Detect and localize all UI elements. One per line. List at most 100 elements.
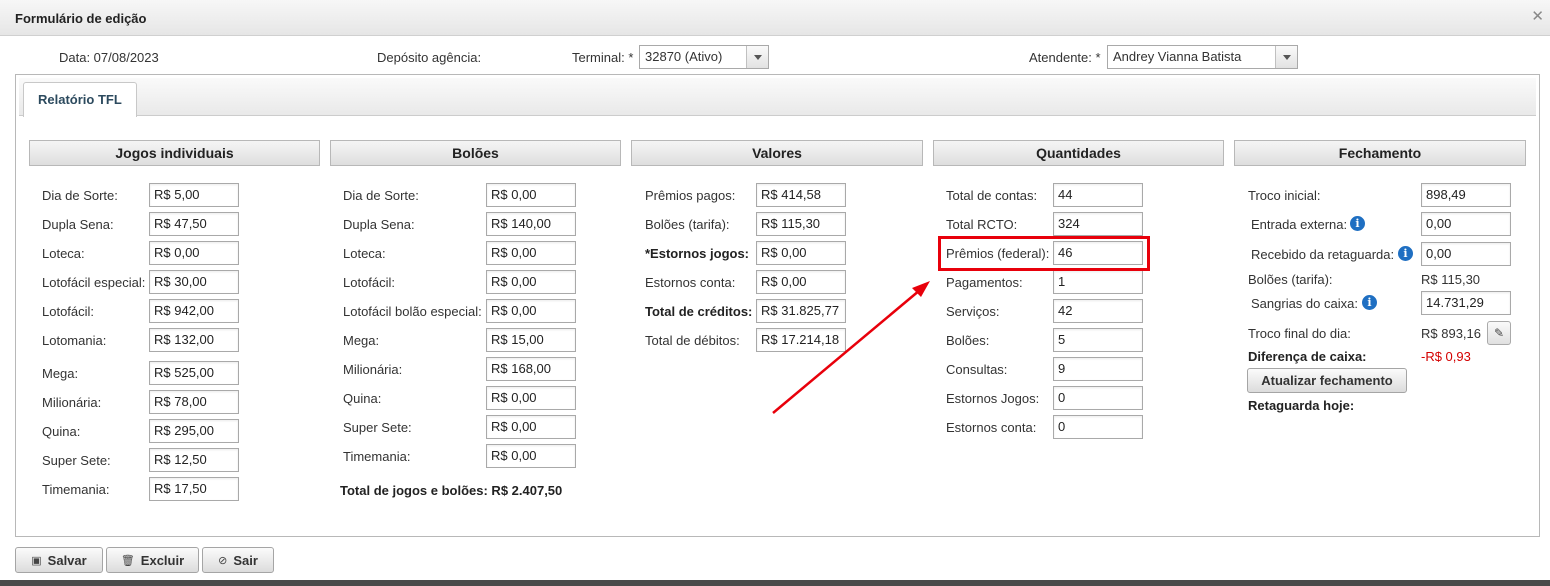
troco-inicial-input[interactable]: 898,49	[1421, 183, 1511, 207]
jogos-input[interactable]: R$ 78,00	[149, 390, 239, 414]
jogos-input[interactable]: R$ 942,00	[149, 299, 239, 323]
tab-relatorio-tfl[interactable]: Relatório TFL	[23, 82, 137, 117]
quantidades-input[interactable]: 0	[1053, 415, 1143, 439]
info-icon[interactable]: i	[1398, 246, 1413, 261]
exit-button[interactable]: ⊘ Sair	[202, 547, 274, 573]
valores-label: Total de créditos:	[645, 304, 753, 319]
boloes-label: Timemania:	[343, 449, 411, 464]
quantidades-input[interactable]: 44	[1053, 183, 1143, 207]
info-icon[interactable]: i	[1362, 295, 1377, 310]
highlight-box	[938, 236, 1150, 271]
jogos-input[interactable]: R$ 0,00	[149, 241, 239, 265]
boloes-input[interactable]: R$ 0,00	[486, 444, 576, 468]
boloes-input[interactable]: R$ 0,00	[486, 386, 576, 410]
valores-input[interactable]: R$ 31.825,77	[756, 299, 846, 323]
jogos-input[interactable]: R$ 525,00	[149, 361, 239, 385]
quantidades-label: Serviços:	[946, 304, 1000, 319]
jogos-label: Loteca:	[42, 246, 85, 261]
jogos-label: Quina:	[42, 424, 81, 439]
jogos-input[interactable]: R$ 12,50	[149, 448, 239, 472]
boloes-header: Bolões	[330, 140, 621, 166]
boloes-input[interactable]: R$ 168,00	[486, 357, 576, 381]
window-title: Formulário de edição	[15, 11, 147, 26]
fechamento-header: Fechamento	[1234, 140, 1526, 166]
jogos-input[interactable]: R$ 5,00	[149, 183, 239, 207]
chevron-down-icon[interactable]	[1275, 46, 1297, 68]
delete-button[interactable]: 🗑 Excluir	[106, 547, 199, 573]
atendente-select[interactable]: Andrey Vianna Batista	[1107, 45, 1298, 69]
quantidades-header: Quantidades	[933, 140, 1224, 166]
terminal-value: 32870 (Ativo)	[645, 49, 723, 64]
delete-label: Excluir	[140, 552, 185, 568]
quantidades-input[interactable]: 324	[1053, 212, 1143, 236]
jogos-input[interactable]: R$ 30,00	[149, 270, 239, 294]
valores-input[interactable]: R$ 0,00	[756, 270, 846, 294]
no-entry-icon: ⊘	[218, 554, 228, 567]
valores-label: Prêmios pagos:	[645, 188, 736, 203]
boloes-label: Lotofácil:	[343, 275, 396, 290]
jogos-input[interactable]: R$ 17,50	[149, 477, 239, 501]
valores-input[interactable]: R$ 0,00	[756, 241, 846, 265]
boloes-input[interactable]: R$ 0,00	[486, 183, 576, 207]
jogos-label: Timemania:	[42, 482, 110, 497]
valores-label: Estornos conta:	[645, 275, 736, 290]
boloes-label: Quina:	[343, 391, 382, 406]
quantidades-input[interactable]: 42	[1053, 299, 1143, 323]
entrada-externa-input[interactable]: 0,00	[1421, 212, 1511, 236]
pencil-icon[interactable]: ✎	[1487, 321, 1511, 345]
quantidades-label: Pagamentos:	[946, 275, 1023, 290]
date-label: Data: 07/08/2023	[59, 50, 159, 65]
quantidades-input[interactable]: 0	[1053, 386, 1143, 410]
boloes-tarifa-value: R$ 115,30	[1421, 272, 1481, 287]
floppy-icon: ▣	[31, 554, 42, 567]
sangrias-input[interactable]: 14.731,29	[1421, 291, 1511, 315]
valores-header: Valores	[631, 140, 923, 166]
boloes-label: Milionária:	[343, 362, 403, 377]
boloes-label: Dupla Sena:	[343, 217, 415, 232]
recebido-input[interactable]: 0,00	[1421, 242, 1511, 266]
jogos-input[interactable]: R$ 132,00	[149, 328, 239, 352]
boloes-input[interactable]: R$ 0,00	[486, 415, 576, 439]
atendente-label: Atendente: *	[1029, 50, 1101, 65]
jogos-label: Lotofácil:	[42, 304, 95, 319]
quantidades-label: Total RCTO:	[946, 217, 1018, 232]
boloes-input[interactable]: R$ 0,00	[486, 241, 576, 265]
troco-inicial-label: Troco inicial:	[1248, 188, 1321, 203]
troco-final-label: Troco final do dia:	[1248, 326, 1351, 341]
quantidades-input[interactable]: 5	[1053, 328, 1143, 352]
save-label: Salvar	[47, 552, 87, 568]
quantidades-label: Bolões:	[946, 333, 990, 348]
diferenca-value: -R$ 0,93	[1421, 349, 1471, 364]
quantidades-input[interactable]: 1	[1053, 270, 1143, 294]
info-icon[interactable]: i	[1350, 216, 1365, 231]
boloes-input[interactable]: R$ 0,00	[486, 270, 576, 294]
save-button[interactable]: ▣ Salvar	[15, 547, 103, 573]
jogos-input[interactable]: R$ 295,00	[149, 419, 239, 443]
valores-label: Bolões (tarifa):	[645, 217, 730, 232]
boloes-input[interactable]: R$ 0,00	[486, 299, 576, 323]
terminal-select[interactable]: 32870 (Ativo)	[639, 45, 769, 69]
boloes-input[interactable]: R$ 140,00	[486, 212, 576, 236]
close-icon[interactable]: ✕	[1531, 7, 1544, 25]
jogos-input[interactable]: R$ 47,50	[149, 212, 239, 236]
window-titlebar: Formulário de edição ✕	[0, 0, 1550, 36]
deposito-label: Depósito agência:	[377, 50, 482, 65]
trash-icon: 🗑	[120, 554, 135, 567]
atualizar-fechamento-button[interactable]: Atualizar fechamento	[1247, 368, 1407, 393]
jogos-label: Super Sete:	[42, 453, 111, 468]
diferenca-label: Diferença de caixa:	[1248, 349, 1367, 364]
boloes-label: Loteca:	[343, 246, 386, 261]
jogos-label: Lotofácil especial:	[42, 275, 146, 290]
jogos-label: Mega:	[42, 366, 79, 381]
atendente-value: Andrey Vianna Batista	[1113, 49, 1242, 64]
valores-input[interactable]: R$ 115,30	[756, 212, 846, 236]
valores-input[interactable]: R$ 414,58	[756, 183, 846, 207]
valores-input[interactable]: R$ 17.214,18	[756, 328, 846, 352]
boloes-label: Super Sete:	[343, 420, 412, 435]
chevron-down-icon[interactable]	[746, 46, 768, 68]
valores-label: Total de débitos:	[645, 333, 740, 348]
boloes-input[interactable]: R$ 15,00	[486, 328, 576, 352]
quantidades-input[interactable]: 9	[1053, 357, 1143, 381]
recebido-label: Recebido da retaguarda:	[1251, 247, 1395, 262]
boloes-total: Total de jogos e bolões: R$ 2.407,50	[340, 483, 563, 498]
